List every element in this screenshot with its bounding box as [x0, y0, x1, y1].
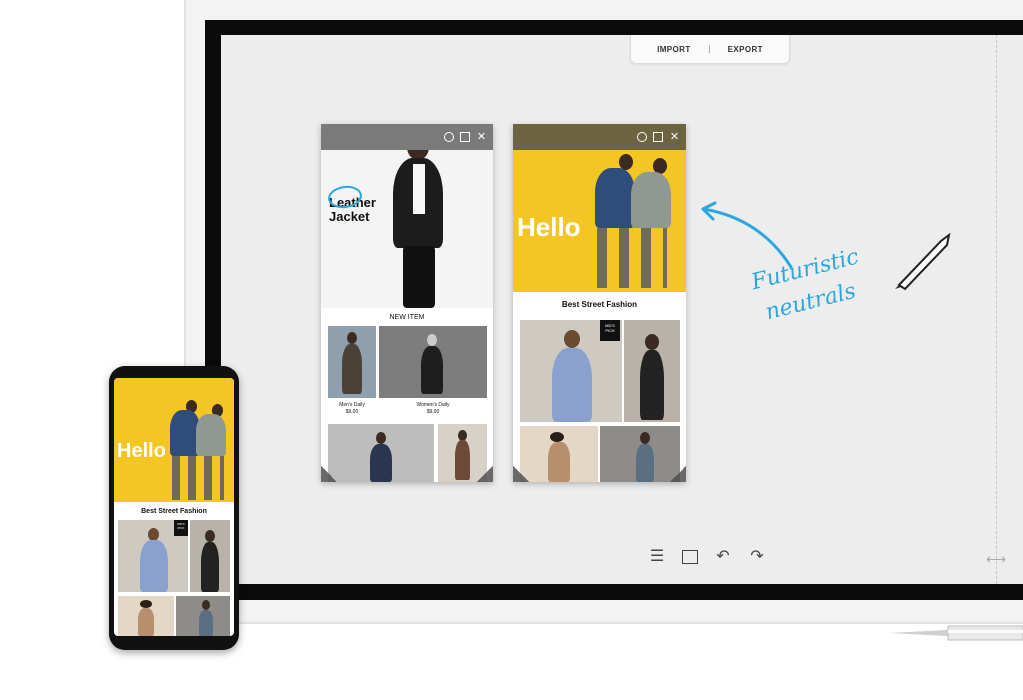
model-body — [636, 444, 654, 482]
model-body — [370, 444, 392, 482]
model-legs — [403, 246, 435, 308]
hero-title: Hello — [517, 212, 581, 242]
phone-screen[interactable]: Hello Best Street Fashion MD'S PICK — [114, 378, 234, 636]
model-head — [564, 330, 580, 348]
model-body — [342, 344, 362, 394]
phone-product-photo-2[interactable] — [190, 520, 230, 592]
pen-icon — [888, 625, 1023, 641]
model-body — [595, 168, 635, 228]
model-body — [631, 172, 671, 228]
product-price-womens: $9.00 — [426, 409, 440, 415]
window-titlebar: ✕ — [321, 124, 493, 150]
product-name-womens: Women's Daily — [416, 402, 450, 408]
phone-product-photo-4[interactable] — [176, 596, 230, 636]
resize-handle-right[interactable] — [477, 466, 493, 482]
phone-device: Hello Best Street Fashion MD'S PICK — [109, 366, 239, 650]
model-body — [455, 440, 470, 480]
product-price-mens: $9.00 — [345, 409, 359, 415]
redo-icon[interactable]: ↷ — [748, 548, 766, 566]
resize-handle-left[interactable] — [321, 466, 337, 482]
window-leather-jacket[interactable]: ✕ Leather Jacket NEW ITEM Men's Daily $9… — [321, 124, 493, 482]
resize-handle-right[interactable] — [670, 466, 686, 482]
bottom-toolbar: ☰ ↶ ↷ — [648, 548, 766, 566]
product-name-mens: Men's Daily — [339, 402, 365, 408]
phone-product-photo-1[interactable]: MD'S PICK — [118, 520, 188, 592]
model-body — [548, 442, 570, 482]
product-photo-2[interactable] — [624, 320, 680, 422]
divider — [708, 45, 710, 53]
import-button[interactable]: IMPORT — [657, 45, 691, 54]
model-shirt — [413, 164, 425, 214]
rotate-icon[interactable] — [444, 132, 454, 142]
model-body — [140, 540, 168, 592]
model-head — [645, 334, 659, 350]
model-legs — [597, 228, 667, 288]
product-photo-4[interactable] — [600, 426, 680, 482]
undo-icon[interactable]: ↶ — [714, 548, 732, 566]
model-body — [138, 608, 154, 636]
resize-handle-left[interactable] — [513, 466, 529, 482]
product-photo-1[interactable]: MD'S PICK — [520, 320, 622, 422]
window-titlebar: ✕ — [513, 124, 686, 150]
hero-title-line2: Jacket — [329, 209, 370, 224]
model-head — [550, 432, 564, 442]
rotate-icon[interactable] — [637, 132, 647, 142]
menu-icon[interactable]: ☰ — [648, 548, 666, 566]
product-photo-womens[interactable] — [379, 326, 487, 398]
close-icon[interactable]: ✕ — [476, 131, 487, 143]
section-label: NEW ITEM — [389, 314, 425, 321]
board-screen[interactable]: IMPORT EXPORT ✕ Leather Jacket NEW ITEM — [221, 35, 1023, 584]
maximize-icon[interactable] — [653, 132, 663, 142]
product-photo-3[interactable] — [328, 424, 434, 482]
model-body — [640, 350, 664, 420]
product-photo-mens[interactable] — [328, 326, 376, 398]
maximize-icon[interactable] — [460, 132, 470, 142]
mds-pick-badge: MD'S PICK — [600, 320, 620, 341]
model-head — [427, 334, 437, 346]
product-photo-3[interactable] — [520, 426, 598, 482]
model-head — [140, 600, 152, 608]
model-head — [640, 432, 650, 444]
model-body — [199, 610, 213, 636]
frame-icon[interactable] — [682, 550, 698, 564]
screen-edge-guide — [996, 35, 997, 584]
phone-section-label: Best Street Fashion — [141, 508, 207, 515]
model-head — [205, 530, 215, 542]
import-export-bar: IMPORT EXPORT — [630, 35, 790, 64]
model-body — [196, 414, 226, 456]
close-icon[interactable]: ✕ — [669, 131, 680, 143]
phone-mds-pick-badge: MD'S PICK — [174, 520, 188, 536]
model-body — [552, 348, 592, 422]
phone-hero-title: Hello — [117, 440, 166, 462]
model-head — [376, 432, 386, 444]
window-hello[interactable]: ✕ Hello Best Street Fashion MD'S PICK — [513, 124, 686, 482]
section-label: Best Street Fashion — [561, 300, 638, 309]
model-legs — [172, 456, 224, 500]
stylus-icon — [895, 232, 951, 291]
model-body — [201, 542, 219, 592]
expand-icon[interactable]: ⟷ — [986, 551, 1006, 568]
model-head — [347, 332, 357, 344]
model-body — [421, 346, 443, 394]
phone-product-photo-3[interactable] — [118, 596, 174, 636]
export-button[interactable]: EXPORT — [728, 45, 763, 54]
model-head — [202, 600, 210, 610]
